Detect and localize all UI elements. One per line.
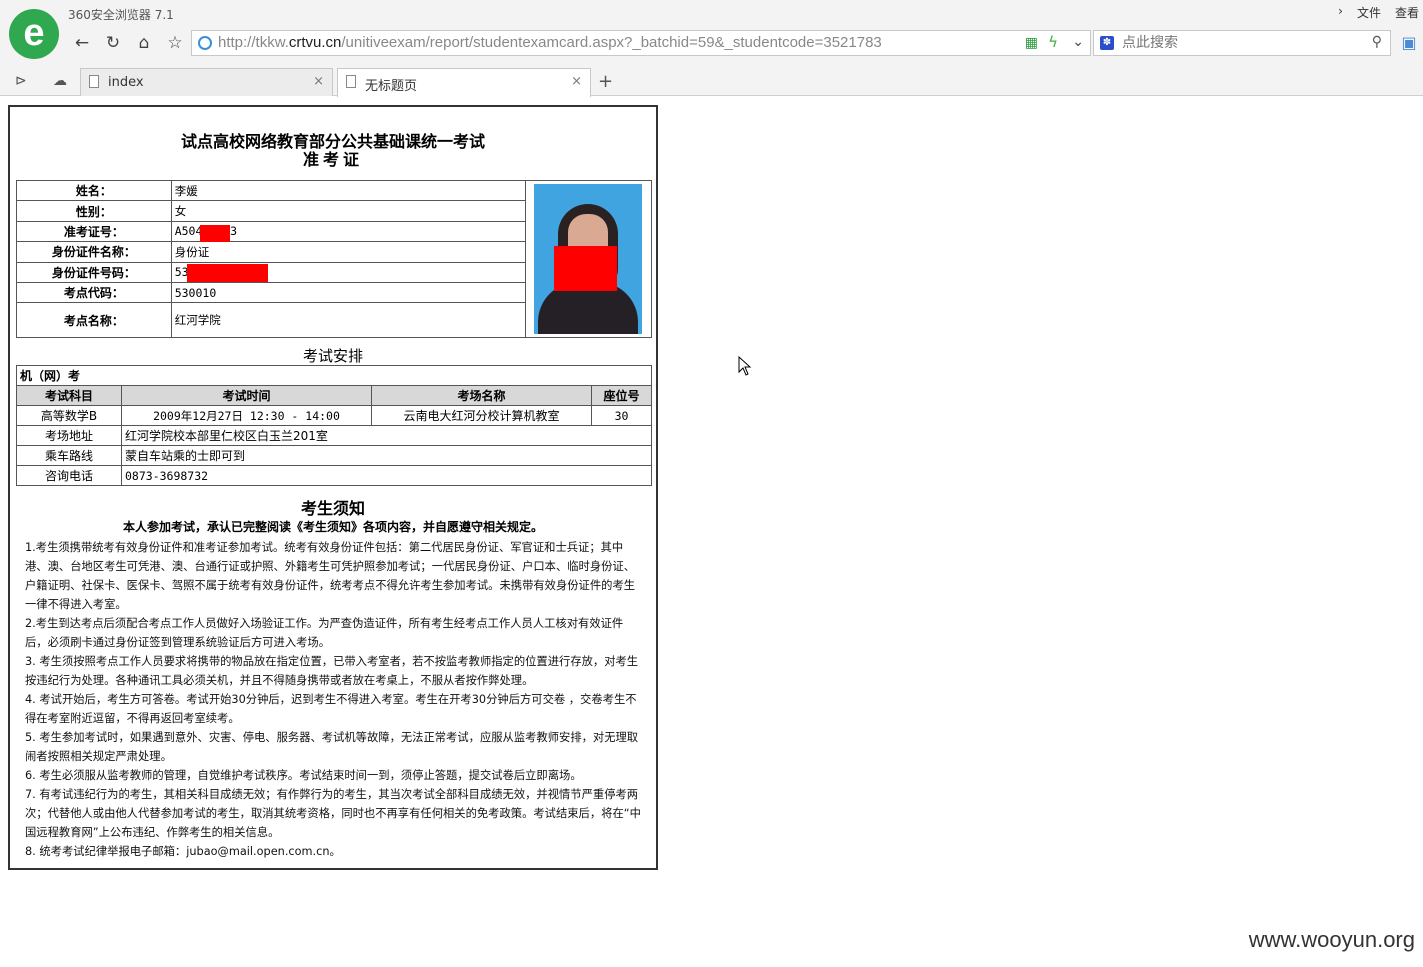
exam-subject: 高等数学B <box>16 405 122 426</box>
table-row: 姓名： 李媛 <box>16 179 653 338</box>
info-value: 530010 <box>170 281 526 304</box>
rule-item: 7. 有考试违纪行为的考生，其相关科目成绩无效；有作弊行为的考生，其当次考试全部… <box>25 788 641 839</box>
tab-label: index <box>108 75 144 90</box>
qr-code-icon[interactable]: ▦ <box>1025 35 1038 51</box>
info-value-cell: A504 0023 <box>170 220 526 243</box>
exam-schedule-title: 考试安排 <box>302 347 363 365</box>
info-key: 考点名称： <box>16 302 172 338</box>
rule-item: 1.考生须携带统考有效身份证件和准考证参加考试。统考有效身份证件包括：第二代居民… <box>25 541 636 611</box>
table-row: 考场地址 红河学院校本部里仁校区白玉兰201室 <box>16 425 652 446</box>
tab-strip: ⊳ ☁ index × 无标题页 × + <box>0 66 1423 97</box>
app-title: 360安全浏览器 7.1 <box>68 8 174 22</box>
table-row: 咨询电话 0873-3698732 <box>16 465 652 486</box>
search-input[interactable] <box>1122 33 1362 53</box>
photo-cell <box>524 180 653 338</box>
search-bar[interactable]: ✽ ⚲ <box>1093 30 1391 56</box>
rule-item: 8. 统考考试纪律举报电子邮箱：jubao@mail.open.com.cn。 <box>25 845 341 858</box>
exam-time: 2009年12月27日 12:30 - 14:00 <box>121 405 372 426</box>
info-value: 李媛 <box>170 179 526 202</box>
new-tab-icon[interactable]: + <box>598 71 613 92</box>
redaction-block <box>199 224 230 242</box>
notice-title: 考生须知 <box>300 499 365 518</box>
row-value: 红河学院校本部里仁校区白玉兰201室 <box>121 425 652 446</box>
site-globe-icon <box>198 36 212 50</box>
rule-item: 3. 考生须按照考点工作人员要求将携带的物品放在指定位置，已带入考室者，若不按监… <box>25 655 639 687</box>
notice-subtitle: 本人参加考试，承认已完整阅读《考生须知》各项内容，并自愿遵守相关规定。 <box>122 520 543 534</box>
info-key: 身份证件名称： <box>16 241 172 263</box>
notice-rules: 1.考生须携带统考有效身份证件和准考证参加考试。统考有效身份证件包括：第二代居民… <box>25 538 645 861</box>
close-tab-icon[interactable]: × <box>571 74 582 89</box>
info-key: 身份证件号码： <box>16 261 172 283</box>
cloud-icon[interactable]: ☁ <box>53 73 67 89</box>
watermark: www.wooyun.org <box>1248 927 1415 952</box>
table-row: 机（网）考 <box>16 365 652 386</box>
search-engine-icon[interactable]: ✽ <box>1100 36 1114 50</box>
column-header: 考试时间 <box>121 385 372 406</box>
row-key: 咨询电话 <box>16 465 122 486</box>
admission-card: 试点高校网络教育部分公共基础课统一考试 准考证 姓名： 李媛 性别：女 准考证号… <box>8 105 658 870</box>
redaction-block <box>553 246 617 291</box>
page-icon <box>89 75 99 88</box>
exam-schedule-table: 机（网）考 考试科目 考试时间 考场名称 座位号 高等数学B 2009年12月2… <box>16 365 652 486</box>
redaction-block <box>186 263 268 282</box>
close-tab-icon[interactable]: × <box>313 74 324 89</box>
rule-item: 5. 考生参加考试时，如果遇到意外、灾害、停电、服务器、考试机等故障，无法正常考… <box>25 731 639 763</box>
page-icon <box>346 75 356 88</box>
table-row: 乘车路线 蒙自车站乘的士即可到 <box>16 445 652 466</box>
row-value: 0873-3698732 <box>121 465 652 486</box>
address-url[interactable]: http://tkkw.crtvu.cn/unitiveexam/report/… <box>218 34 882 51</box>
rule-item: 4. 考试开始后，考生方可答卷。考试开始30分钟后，迟到考生不得进入考室。考生在… <box>25 693 637 725</box>
row-key: 乘车路线 <box>16 445 122 466</box>
address-bar[interactable]: http://tkkw.crtvu.cn/unitiveexam/report/… <box>191 30 1091 56</box>
candidate-info-table: 姓名： 李媛 性别：女 准考证号：A504 0023 身份证件名称：身份证 身份… <box>16 179 653 338</box>
info-value-cell: 53 31228 <box>170 261 526 283</box>
address-dropdown-icon[interactable]: ⌄ <box>1072 34 1084 50</box>
sidebar-toggle-icon[interactable]: ⊳ <box>15 73 27 89</box>
exam-type: 机（网）考 <box>16 365 652 386</box>
menu-file[interactable]: 文件 <box>1357 4 1381 21</box>
info-value: 女 <box>170 200 526 222</box>
column-header: 座位号 <box>591 385 652 406</box>
top-menu: › 文件 查看 <box>1338 4 1419 21</box>
row-value: 蒙自车站乘的士即可到 <box>121 445 652 466</box>
search-icon[interactable]: ⚲ <box>1372 34 1382 50</box>
card-subtitle: 准考证 <box>302 150 363 169</box>
info-key: 姓名： <box>16 179 172 202</box>
menu-chevron-icon[interactable]: › <box>1338 4 1343 21</box>
seat-number: 30 <box>591 405 652 426</box>
table-header-row: 考试科目 考试时间 考场名称 座位号 <box>16 385 652 406</box>
row-key: 考场地址 <box>16 425 122 446</box>
tab-label: 无标题页 <box>365 79 418 94</box>
home-icon[interactable]: ⌂ <box>131 31 157 55</box>
column-header: 考试科目 <box>16 385 122 406</box>
rule-item: 2.考生到达考点后须配合考点工作人员做好入场验证工作。为严查伪造证件，所有考生经… <box>25 617 624 649</box>
favorite-star-icon[interactable]: ☆ <box>162 31 188 55</box>
info-value: 身份证 <box>170 241 526 263</box>
tab-index[interactable]: index × <box>80 68 333 96</box>
tab-untitled[interactable]: 无标题页 × <box>337 68 591 97</box>
apps-grid-icon[interactable]: ▣ <box>1398 31 1420 55</box>
info-key: 考点代码： <box>16 281 172 304</box>
info-key: 性别： <box>16 200 172 222</box>
table-row: 高等数学B 2009年12月27日 12:30 - 14:00 云南电大红河分校… <box>16 405 652 426</box>
reload-icon[interactable]: ↻ <box>100 31 126 55</box>
info-key: 准考证号： <box>16 220 172 243</box>
menu-view[interactable]: 查看 <box>1395 4 1419 21</box>
info-value: 红河学院 <box>170 302 526 338</box>
back-arrow-icon[interactable]: ← <box>69 31 95 55</box>
candidate-photo <box>533 184 642 334</box>
exam-room: 云南电大红河分校计算机教室 <box>371 405 592 426</box>
column-header: 考场名称 <box>371 385 592 406</box>
browser-chrome: e 360安全浏览器 7.1 › 文件 查看 ← ↻ ⌂ ☆ http://tk… <box>0 0 1423 97</box>
speed-mode-bolt-icon[interactable]: ϟ <box>1048 33 1058 51</box>
rule-item: 6. 考生必须服从监考教师的管理，自觉维护考试秩序。考试结束时间一到，须停止答题… <box>25 769 582 782</box>
browser-logo-icon: e <box>9 9 59 59</box>
